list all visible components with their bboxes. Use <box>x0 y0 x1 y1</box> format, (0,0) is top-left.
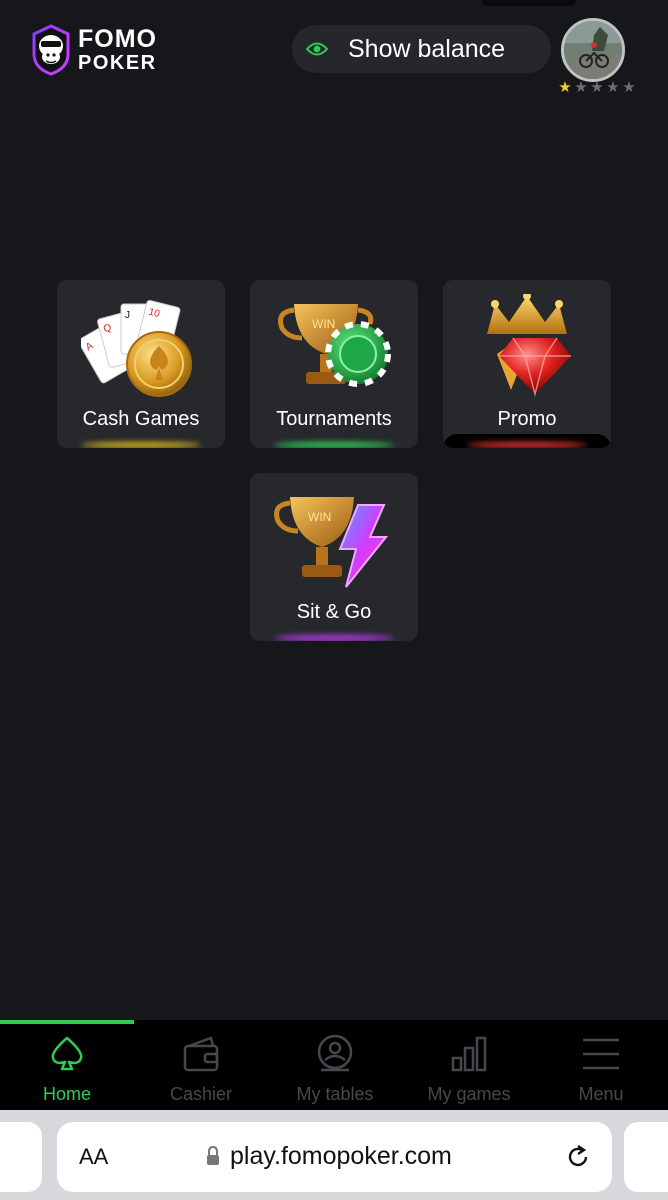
tile-sit-and-go[interactable]: WIN Sit & Go <box>250 473 418 641</box>
tile-label: Sit & Go <box>296 601 372 623</box>
lock-icon <box>207 1146 219 1165</box>
bar-chart-icon <box>451 1036 487 1072</box>
nav-label: Menu <box>578 1084 624 1104</box>
gorilla-logo-icon <box>32 24 70 76</box>
bottom-nav: Home Cashier My tables My games Menu <box>0 1020 668 1110</box>
url-text: play.fomopoker.com <box>230 1142 452 1170</box>
svg-text:J: J <box>125 310 130 321</box>
next-tab[interactable] <box>624 1122 668 1192</box>
star-empty-icon: ★ <box>590 79 604 96</box>
nav-item-my-games[interactable]: My games <box>402 1020 536 1110</box>
tile-glow <box>274 635 394 641</box>
show-balance-label: Show balance <box>348 34 506 63</box>
avatar[interactable] <box>561 18 625 82</box>
avatar-photo <box>564 21 622 79</box>
previous-tab[interactable] <box>0 1122 42 1192</box>
star-empty-icon: ★ <box>574 79 588 96</box>
svg-text:WIN: WIN <box>308 510 331 524</box>
eye-icon <box>306 42 328 56</box>
tile-glow <box>81 442 201 448</box>
nav-item-menu[interactable]: Menu <box>534 1020 668 1110</box>
rating-stars: ★ ★ ★ ★ ★ <box>557 80 637 96</box>
nav-label: My games <box>427 1084 511 1104</box>
nav-label: Home <box>42 1084 91 1104</box>
wallet-icon <box>183 1036 219 1072</box>
logo-text-poker: POKER <box>78 52 157 74</box>
nav-item-home[interactable]: Home <box>0 1020 134 1110</box>
promo-icon <box>487 294 571 397</box>
my-tables-icon <box>317 1034 353 1072</box>
header: FOMO POKER Show balance ★ ★ ★ ★ ★ <box>0 0 668 110</box>
star-empty-icon: ★ <box>622 79 636 96</box>
logo-text-fomo: FOMO <box>78 25 157 53</box>
tile-tournaments[interactable]: WIN Tournaments <box>250 280 418 448</box>
tile-glow <box>274 442 394 448</box>
text-size-button[interactable]: AA <box>79 1144 108 1170</box>
star-filled-icon: ★ <box>558 79 572 96</box>
nav-label: My tables <box>296 1084 374 1104</box>
svg-text:WIN: WIN <box>312 317 335 331</box>
nav-item-my-tables[interactable]: My tables <box>268 1020 402 1110</box>
tile-label: Cash Games <box>82 408 200 430</box>
tile-label: Promo <box>497 408 557 430</box>
tile-glow <box>467 442 587 448</box>
tile-cash-games[interactable]: A Q J 10 Cash Games <box>57 280 225 448</box>
nav-item-cashier[interactable]: Cashier <box>134 1020 268 1110</box>
reload-icon[interactable] <box>565 1144 591 1170</box>
spade-icon <box>51 1036 83 1071</box>
show-balance-button[interactable]: Show balance <box>292 25 551 73</box>
cash-games-icon: A Q J 10 <box>81 299 192 397</box>
sit-and-go-icon: WIN <box>274 497 389 588</box>
fomo-poker-logo[interactable]: FOMO POKER <box>30 22 180 78</box>
tile-label: Tournaments <box>276 408 392 430</box>
star-empty-icon: ★ <box>606 79 620 96</box>
tile-promo[interactable]: Promo <box>443 280 611 448</box>
address-bar[interactable]: AA play.fomopoker.com <box>57 1122 612 1192</box>
browser-toolbar: AA play.fomopoker.com <box>0 1110 668 1200</box>
menu-icon <box>583 1038 619 1070</box>
nav-label: Cashier <box>169 1084 233 1104</box>
tournaments-icon: WIN <box>278 304 391 387</box>
